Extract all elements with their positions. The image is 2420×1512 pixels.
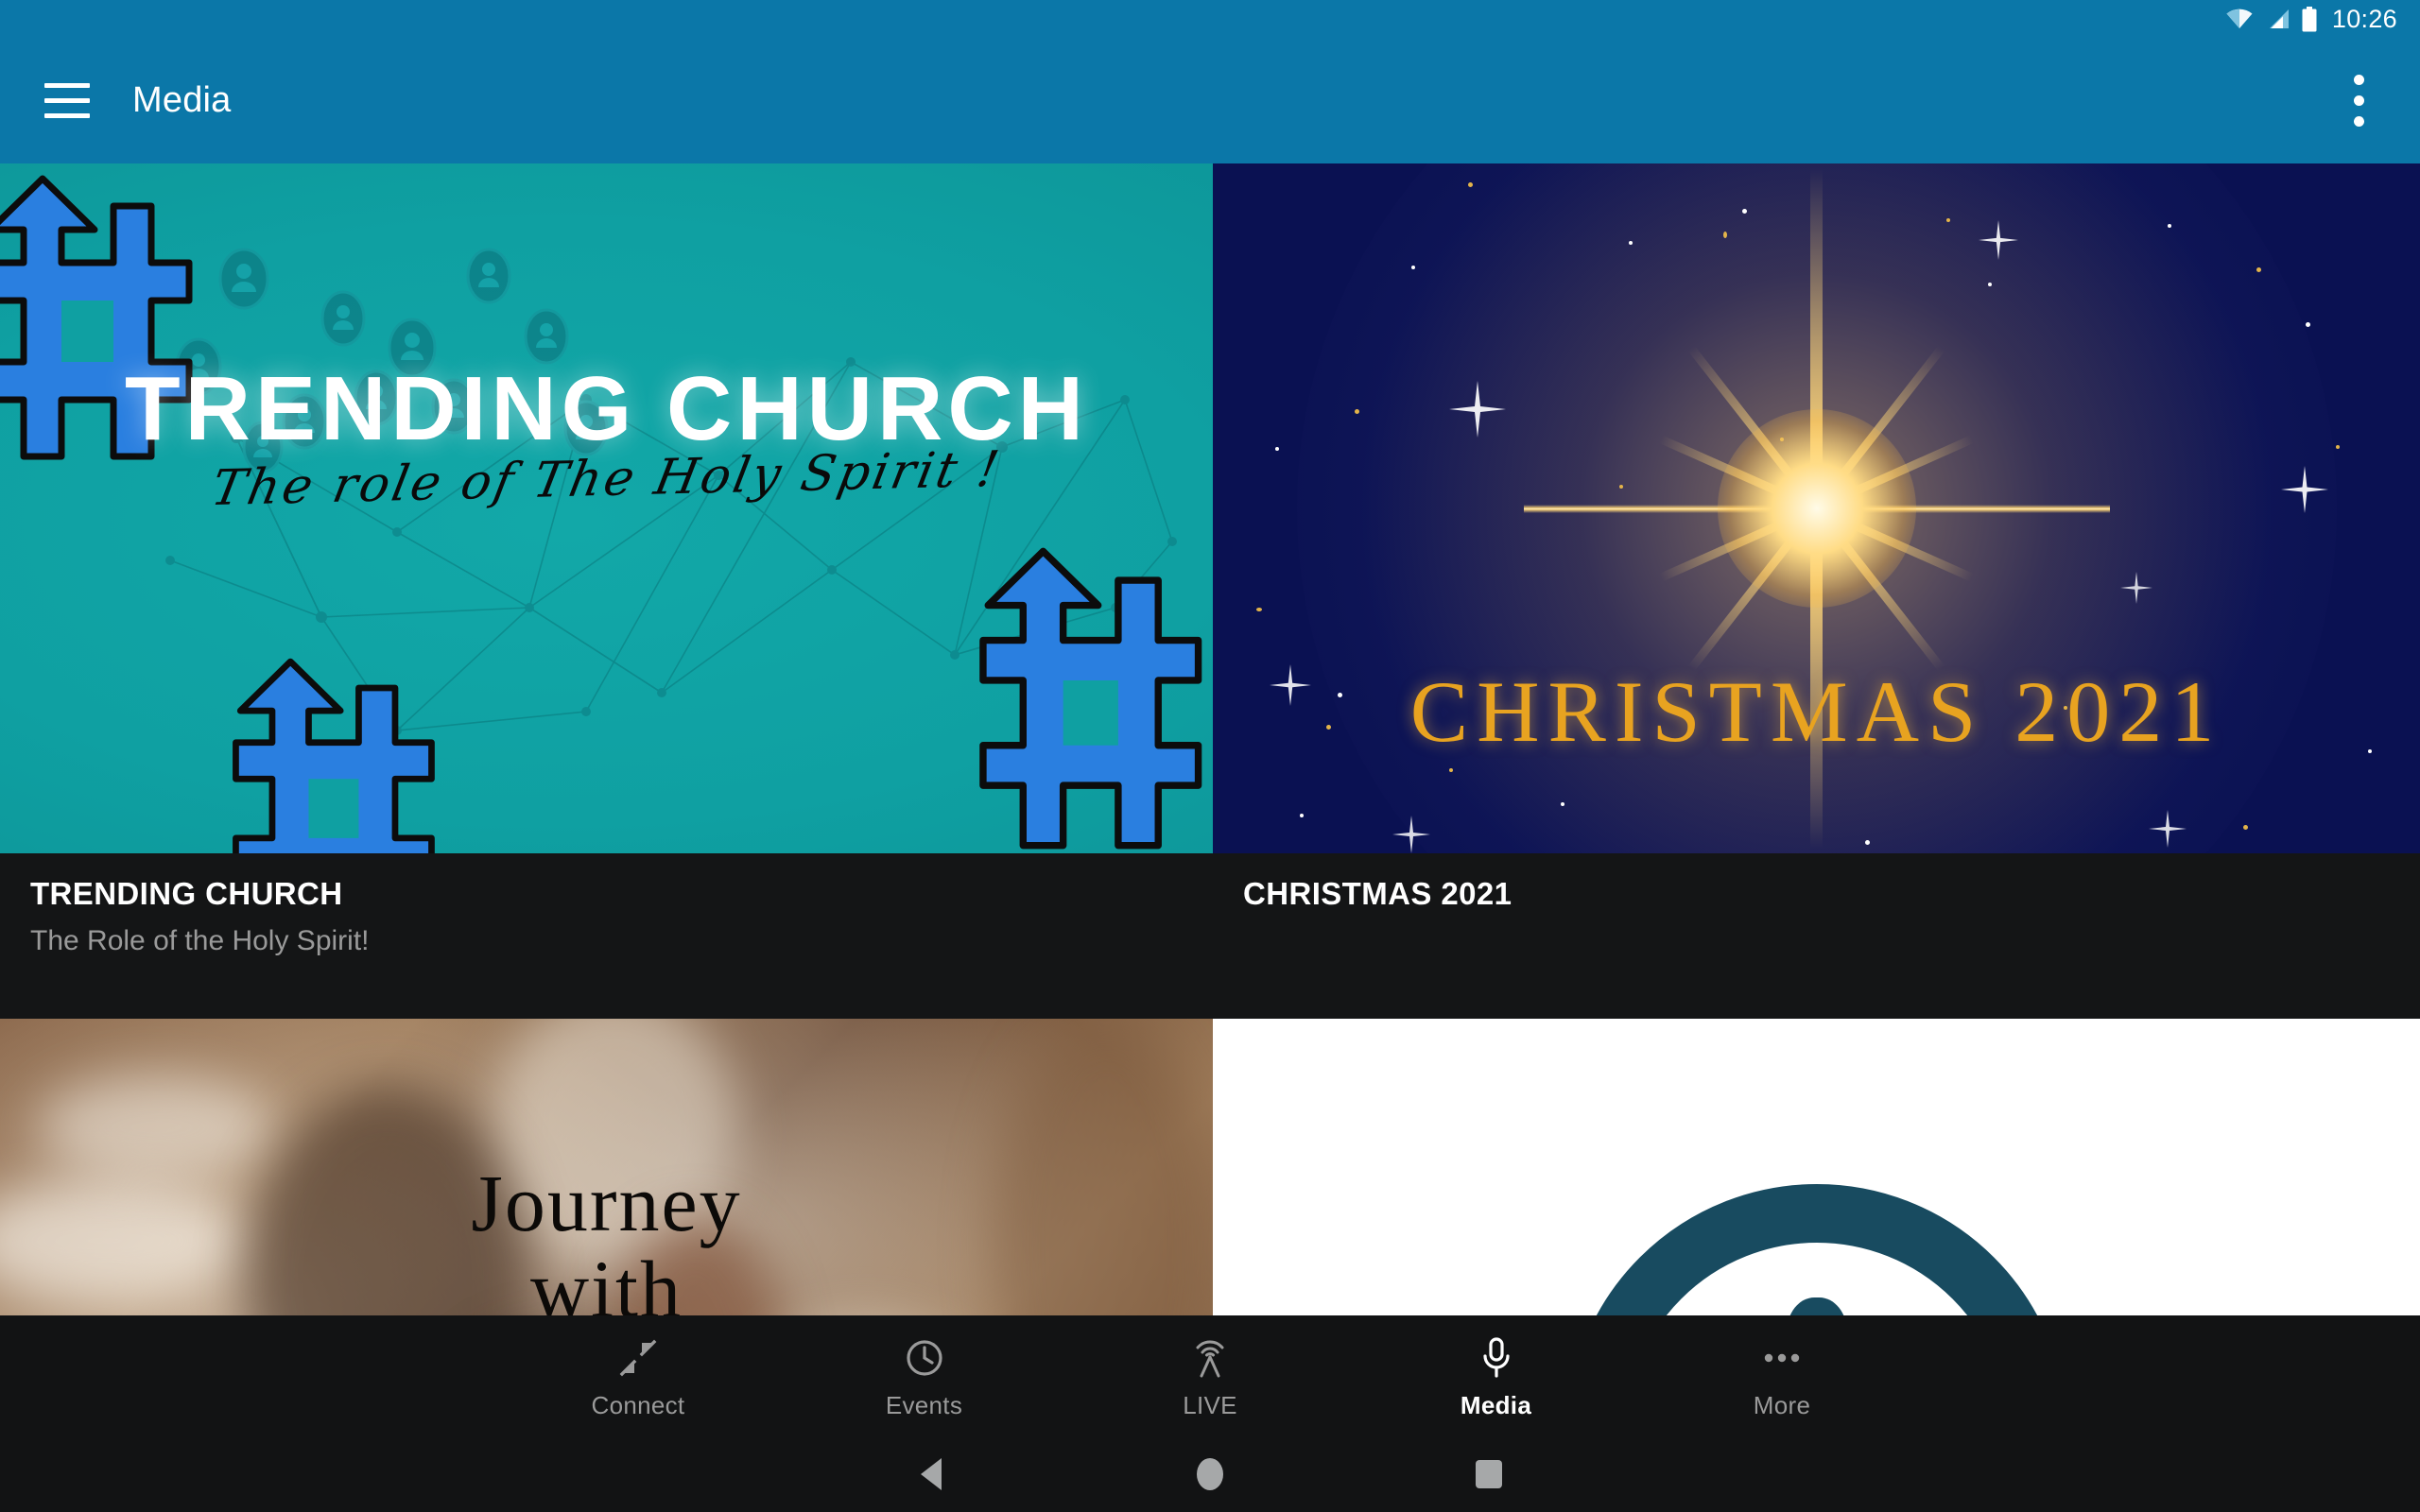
microphone-icon <box>1476 1335 1517 1381</box>
christmas-thumbnail[interactable]: CHRISTMAS 2021 <box>1213 163 2420 853</box>
sparkle-icon <box>2149 810 2187 848</box>
thumbnail-headline: Journey <box>471 1158 742 1248</box>
home-circle-icon[interactable] <box>1167 1436 1253 1512</box>
thumbnail-headline: CHRISTMAS 2021 <box>1409 663 2223 760</box>
more-vertical-icon[interactable] <box>2325 49 2392 153</box>
thumbnail-headline-group: TRENDING CHURCH The role of The Holy Spi… <box>0 358 1213 518</box>
nav-label: Connect <box>591 1390 685 1419</box>
broadcast-tower-icon <box>1188 1335 1232 1381</box>
nav-item-live[interactable]: LIVE <box>1111 1335 1309 1418</box>
nav-label: More <box>1753 1390 1811 1419</box>
media-card-journey-with[interactable]: Journey with <box>0 1019 1213 1315</box>
system-navigation-bar <box>0 1436 2420 1512</box>
hashtag-arrow-icon <box>233 658 435 853</box>
app-bar: Media <box>0 38 2420 163</box>
nav-item-media[interactable]: Media <box>1397 1335 1596 1418</box>
clock-icon <box>904 1335 945 1381</box>
hashtag-arrow-icon <box>979 547 1202 850</box>
media-card-trending-church[interactable]: TRENDING CHURCH The role of The Holy Spi… <box>0 163 1213 1019</box>
card-info: TRENDING CHURCH The Role of the Holy Spi… <box>0 853 1213 1019</box>
journey-thumbnail[interactable]: Journey with <box>0 1019 1213 1315</box>
hamburger-menu-icon[interactable] <box>23 38 112 163</box>
media-card-info[interactable] <box>1213 1019 2420 1315</box>
status-bar: 10:26 <box>0 0 2420 38</box>
cellular-signal-icon <box>2269 9 2289 28</box>
sparkle-icon <box>2281 466 2328 513</box>
battery-icon <box>2302 6 2317 31</box>
nav-label: Events <box>885 1390 963 1419</box>
card-title: TRENDING CHURCH <box>30 876 343 911</box>
thumbnail-headline-group: Journey with <box>471 1160 741 1315</box>
sparkle-icon <box>1392 816 1430 853</box>
trending-church-thumbnail[interactable]: TRENDING CHURCH The role of The Holy Spi… <box>0 163 1213 853</box>
back-triangle-icon[interactable] <box>889 1436 974 1512</box>
recents-square-icon[interactable] <box>1446 1436 1531 1512</box>
sparkle-icon <box>1449 381 1506 438</box>
thumbnail-headline-line2: with <box>530 1244 683 1315</box>
sparkle-icon <box>1979 220 2018 260</box>
info-circle-icon <box>1565 1184 2067 1315</box>
nav-item-more[interactable]: More <box>1683 1335 1881 1418</box>
nav-item-connect[interactable]: Connect <box>539 1335 737 1418</box>
media-grid: TRENDING CHURCH The role of The Holy Spi… <box>0 163 2420 1315</box>
page-title: Media <box>132 80 232 120</box>
ellipsis-icon <box>1761 1335 1803 1381</box>
nav-item-events[interactable]: Events <box>825 1335 1024 1418</box>
app-root: 10:26 Media TRENDING CHURCH The role of … <box>0 0 2420 1512</box>
star-core <box>1717 409 1916 608</box>
media-card-christmas-2021[interactable]: CHRISTMAS 2021 CHRISTMAS 2021 <box>1213 163 2420 1019</box>
thumbnail-headline: TRENDING CHURCH <box>125 358 1088 459</box>
bottom-navigation-bar: Connect Events LIVE Media More <box>0 1315 2420 1436</box>
sparkle-icon <box>2120 572 2152 604</box>
info-thumbnail[interactable] <box>1213 1019 2420 1315</box>
wifi-icon <box>2226 9 2253 29</box>
nav-label: LIVE <box>1183 1390 1237 1419</box>
nav-label: Media <box>1460 1390 1532 1419</box>
arrows-inward-icon <box>617 1335 659 1381</box>
card-info: CHRISTMAS 2021 <box>1213 853 2420 1019</box>
card-subtitle: The Role of the Holy Spirit! <box>30 924 370 956</box>
status-bar-clock: 10:26 <box>2331 4 2397 33</box>
card-title: CHRISTMAS 2021 <box>1243 876 1512 911</box>
